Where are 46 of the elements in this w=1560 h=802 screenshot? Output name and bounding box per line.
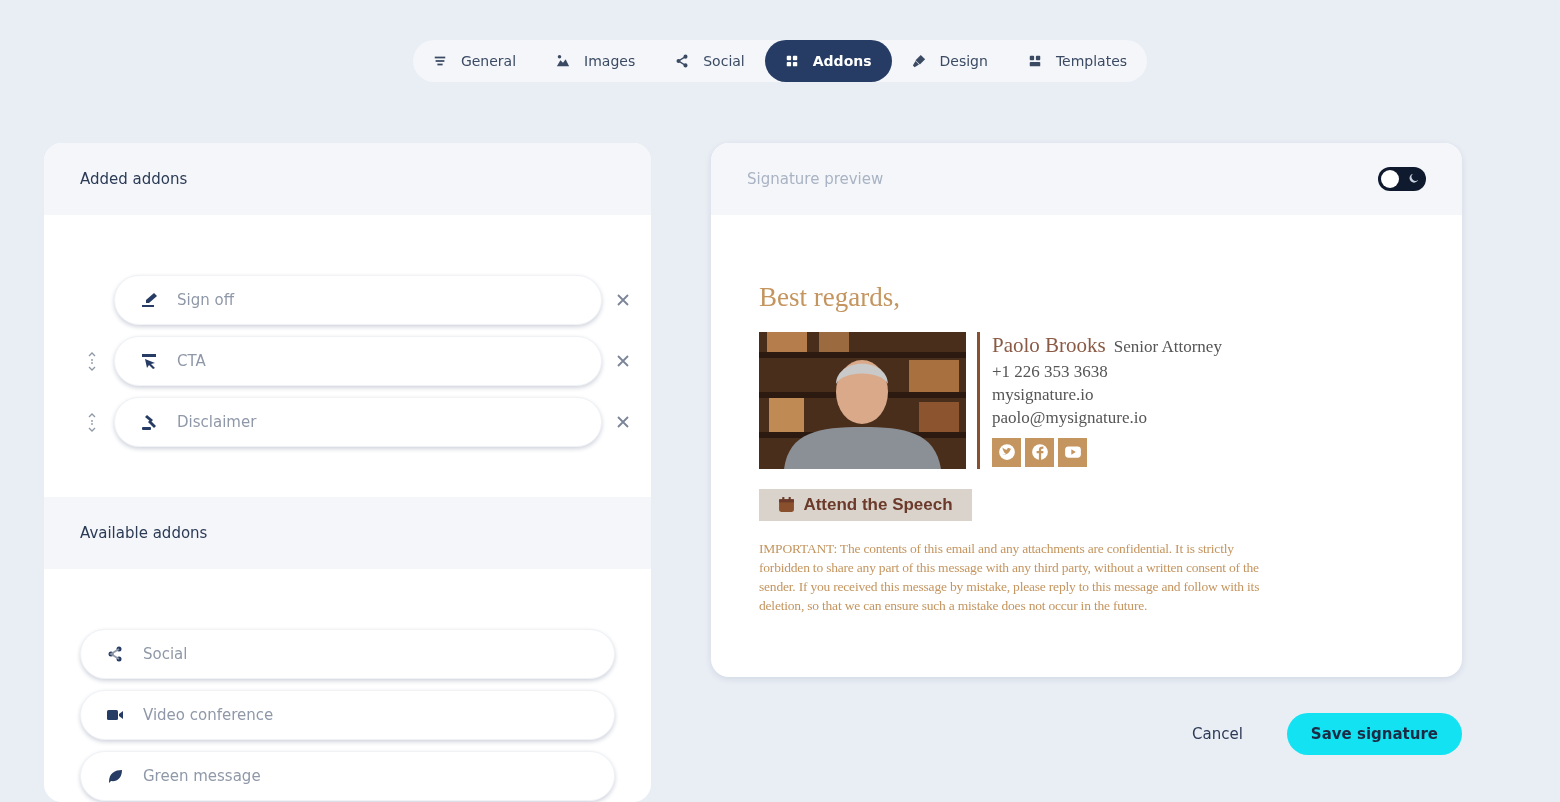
dark-mode-toggle[interactable] (1378, 167, 1426, 191)
email-link[interactable]: paolo@mysignature.io (992, 407, 1147, 427)
close-icon (615, 292, 631, 308)
facebook-icon (1030, 443, 1049, 461)
section-title: Signature preview (747, 168, 884, 190)
social-link[interactable] (1058, 437, 1087, 467)
image-icon (556, 54, 571, 68)
website-link[interactable]: mysignature.io (992, 384, 1094, 404)
person-name: Paolo Brooks (992, 332, 1106, 357)
phone-number: +1 226 353 3638 (992, 361, 1108, 381)
job-title: Senior Attorney (1113, 336, 1222, 356)
tab[interactable]: Social (655, 40, 765, 82)
drag-handle-icon[interactable] (86, 411, 97, 433)
cancel-button[interactable]: Cancel (1186, 721, 1249, 747)
cta-button[interactable]: Attend the Speech (759, 488, 972, 521)
remove-button[interactable] (615, 292, 631, 308)
close-icon (615, 414, 631, 430)
share-icon (675, 54, 690, 68)
drag-handle-icon[interactable] (86, 350, 97, 372)
remove-button[interactable] (615, 414, 631, 430)
disclaimer-text: IMPORTANT: The contents of this email and any attachments are confidential. It is strictly forbidden to share any part of this message with any third party, without a written consent of the sender. If you received this message by mistake, please reply to this message and follow with its deletion, so that we can ensure such a mistake does not occur in the future. (759, 539, 1261, 615)
pen-icon (139, 292, 159, 308)
bird-icon (997, 443, 1016, 461)
tab[interactable]: General (412, 40, 537, 82)
tab[interactable]: Addons (764, 40, 892, 82)
video-camera-icon (105, 707, 125, 723)
lines-icon (432, 54, 447, 68)
gavel-icon (139, 414, 159, 430)
close-icon (615, 353, 631, 369)
tab[interactable]: Templates (1007, 40, 1148, 82)
layout-icon (1027, 54, 1042, 68)
remove-button[interactable] (615, 353, 631, 369)
social-link[interactable] (992, 437, 1021, 467)
save-button[interactable]: Save signature (1286, 713, 1462, 755)
tab[interactable]: Design (891, 40, 1008, 82)
play-icon (1063, 443, 1082, 461)
tab[interactable]: Images (536, 40, 656, 82)
moon-icon (1407, 173, 1419, 185)
section-title: Available addons (80, 522, 208, 544)
social-link[interactable] (1025, 437, 1054, 467)
calendar-icon (778, 496, 796, 513)
cursor-icon (139, 353, 159, 369)
grid-icon (784, 54, 799, 68)
brush-icon (911, 54, 926, 68)
sign-off-text: Best regards, (759, 281, 901, 314)
section-title: Added addons (80, 168, 188, 190)
